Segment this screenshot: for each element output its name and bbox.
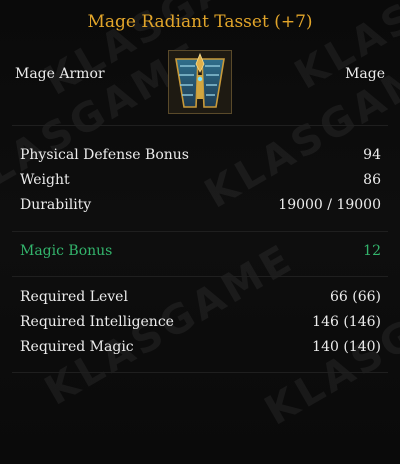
requirement-label: Required Magic bbox=[20, 339, 134, 355]
requirement-row: Required Intelligence 146 (146) bbox=[20, 314, 381, 334]
item-name: Mage Radiant Tasset (+7) bbox=[87, 12, 313, 32]
requirement-label: Required Level bbox=[20, 289, 128, 305]
divider bbox=[12, 125, 388, 126]
stat-row: Weight 86 bbox=[20, 172, 381, 192]
requirement-label: Required Intelligence bbox=[20, 314, 174, 330]
item-type: Mage Armor bbox=[15, 66, 105, 82]
tasset-armor-icon bbox=[169, 51, 231, 113]
stat-value: 94 bbox=[363, 147, 381, 163]
item-class: Mage bbox=[345, 66, 385, 82]
requirement-row: Required Magic 140 (140) bbox=[20, 339, 381, 359]
requirement-value: 146 (146) bbox=[312, 314, 381, 330]
item-tooltip: KLASGAME KLASGAME KLASGAME KLASGAME KLAS… bbox=[0, 0, 400, 464]
bonus-value: 12 bbox=[363, 243, 381, 259]
stat-row: Durability 19000 / 19000 bbox=[20, 197, 381, 217]
requirement-value: 66 (66) bbox=[329, 289, 381, 305]
bonus-label: Magic Bonus bbox=[20, 243, 113, 259]
stat-value: 86 bbox=[363, 172, 381, 188]
stat-label: Durability bbox=[20, 197, 92, 213]
item-icon-slot bbox=[168, 50, 232, 114]
stat-value: 19000 / 19000 bbox=[278, 197, 381, 213]
divider bbox=[12, 276, 388, 277]
requirement-value: 140 (140) bbox=[312, 339, 381, 355]
divider bbox=[12, 372, 388, 373]
requirement-row: Required Level 66 (66) bbox=[20, 289, 381, 309]
stat-row: Physical Defense Bonus 94 bbox=[20, 147, 381, 167]
bonus-row: Magic Bonus 12 bbox=[20, 243, 381, 263]
stat-label: Weight bbox=[20, 172, 70, 188]
divider bbox=[12, 231, 388, 232]
stat-label: Physical Defense Bonus bbox=[20, 147, 189, 163]
